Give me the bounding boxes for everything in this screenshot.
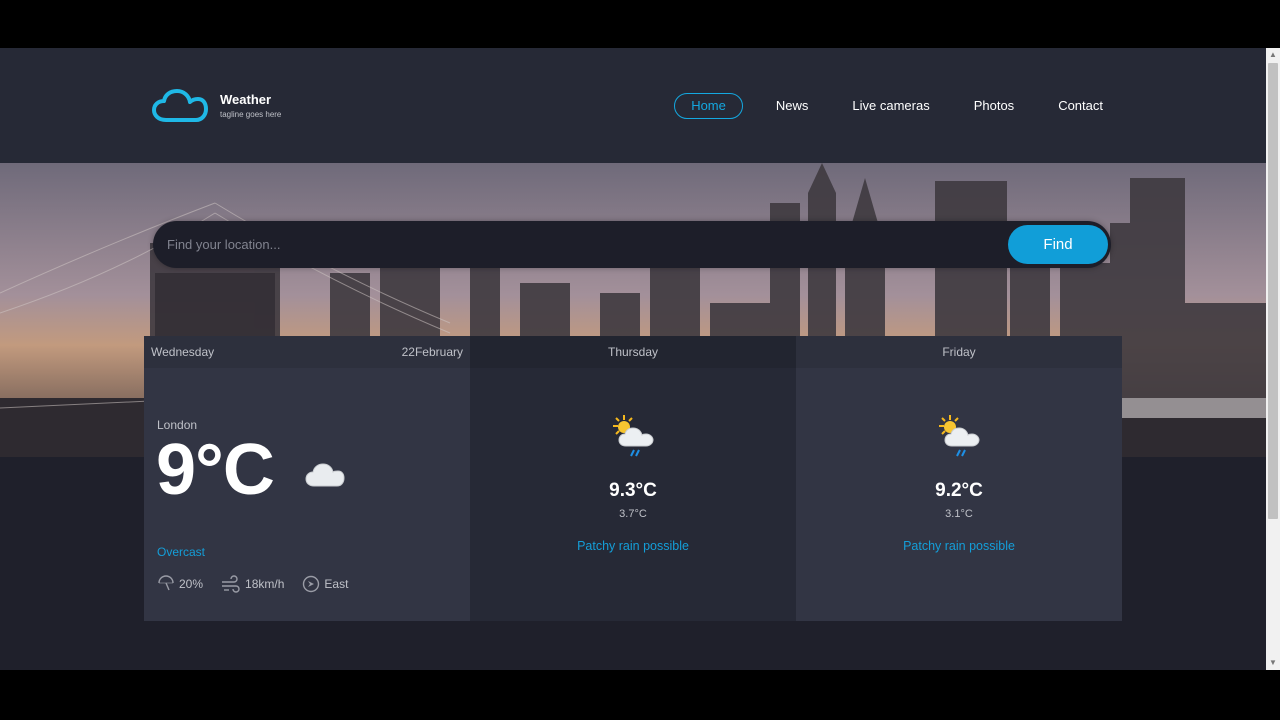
nav-live-cameras[interactable]: Live cameras bbox=[841, 93, 940, 119]
today-date: 22February bbox=[401, 345, 463, 359]
site-tagline: tagline goes here bbox=[220, 109, 282, 119]
logo[interactable]: Weather tagline goes here bbox=[152, 88, 281, 124]
today-day: Wednesday bbox=[151, 345, 215, 359]
forecast-day-card: Thursday 9.3°C 3.7°C Patchy rain possibl… bbox=[470, 336, 796, 621]
forecast-low-temp: 3.7°C bbox=[619, 508, 647, 520]
forecast-day-header: Friday bbox=[796, 336, 1122, 368]
today-header: Wednesday 22February bbox=[144, 336, 470, 368]
main-nav: Home News Live cameras Photos Contact bbox=[652, 93, 1114, 119]
forecast-day-name: Friday bbox=[942, 345, 976, 359]
rain-stat: 20% bbox=[157, 575, 203, 593]
wind-stat: 18km/h bbox=[221, 575, 284, 593]
cloud-logo-icon bbox=[152, 89, 208, 122]
scroll-up-arrow-icon[interactable]: ▲ bbox=[1266, 48, 1280, 62]
cloud-icon bbox=[305, 463, 345, 487]
wind-speed: 18km/h bbox=[245, 577, 285, 591]
direction-stat: East bbox=[302, 575, 348, 593]
today-card: Wednesday 22February London 9°C Overcast bbox=[144, 336, 470, 621]
sun-cloud-rain-icon bbox=[613, 415, 654, 457]
forecast-day-header: Thursday bbox=[470, 336, 796, 368]
location-search-bar: Find bbox=[153, 221, 1111, 268]
umbrella-icon bbox=[158, 575, 174, 591]
location-search-input[interactable] bbox=[167, 231, 987, 258]
nav-photos[interactable]: Photos bbox=[963, 93, 1025, 119]
scrollbar-thumb[interactable] bbox=[1268, 63, 1278, 519]
forecast-day-name: Thursday bbox=[607, 345, 659, 359]
find-button[interactable]: Find bbox=[1008, 225, 1108, 264]
nav-contact[interactable]: Contact bbox=[1047, 93, 1114, 119]
nav-home[interactable]: Home bbox=[674, 93, 743, 119]
vertical-scrollbar[interactable]: ▲ ▼ bbox=[1266, 48, 1280, 670]
site-title: Weather bbox=[220, 91, 272, 107]
today-stats: 20% 18km/h East bbox=[157, 575, 366, 593]
wind-icon bbox=[222, 575, 240, 593]
forecast-high-temp: 9.3°C bbox=[609, 480, 657, 501]
page: Weather tagline goes here Home News Live… bbox=[0, 48, 1266, 670]
current-condition: Overcast bbox=[157, 545, 206, 559]
wind-direction: East bbox=[324, 577, 349, 591]
site-header: Weather tagline goes here Home News Live… bbox=[0, 48, 1266, 163]
forecast-low-temp: 3.1°C bbox=[945, 508, 973, 520]
compass-icon bbox=[303, 575, 320, 593]
sun-cloud-rain-icon bbox=[939, 415, 980, 457]
forecast-condition: Patchy rain possible bbox=[577, 539, 689, 553]
forecast-high-temp: 9.2°C bbox=[935, 480, 983, 501]
forecast-panel: Wednesday 22February London 9°C Overcast bbox=[144, 336, 1122, 621]
browser-viewport: Weather tagline goes here Home News Live… bbox=[0, 48, 1280, 670]
current-temperature: 9°C bbox=[156, 430, 275, 510]
nav-news[interactable]: News bbox=[765, 93, 820, 119]
rain-chance: 20% bbox=[179, 577, 204, 591]
forecast-day-card: Friday 9.2°C 3.1°C Patchy rain possible bbox=[796, 336, 1122, 621]
forecast-condition: Patchy rain possible bbox=[903, 539, 1015, 553]
scroll-down-arrow-icon[interactable]: ▼ bbox=[1266, 656, 1280, 670]
